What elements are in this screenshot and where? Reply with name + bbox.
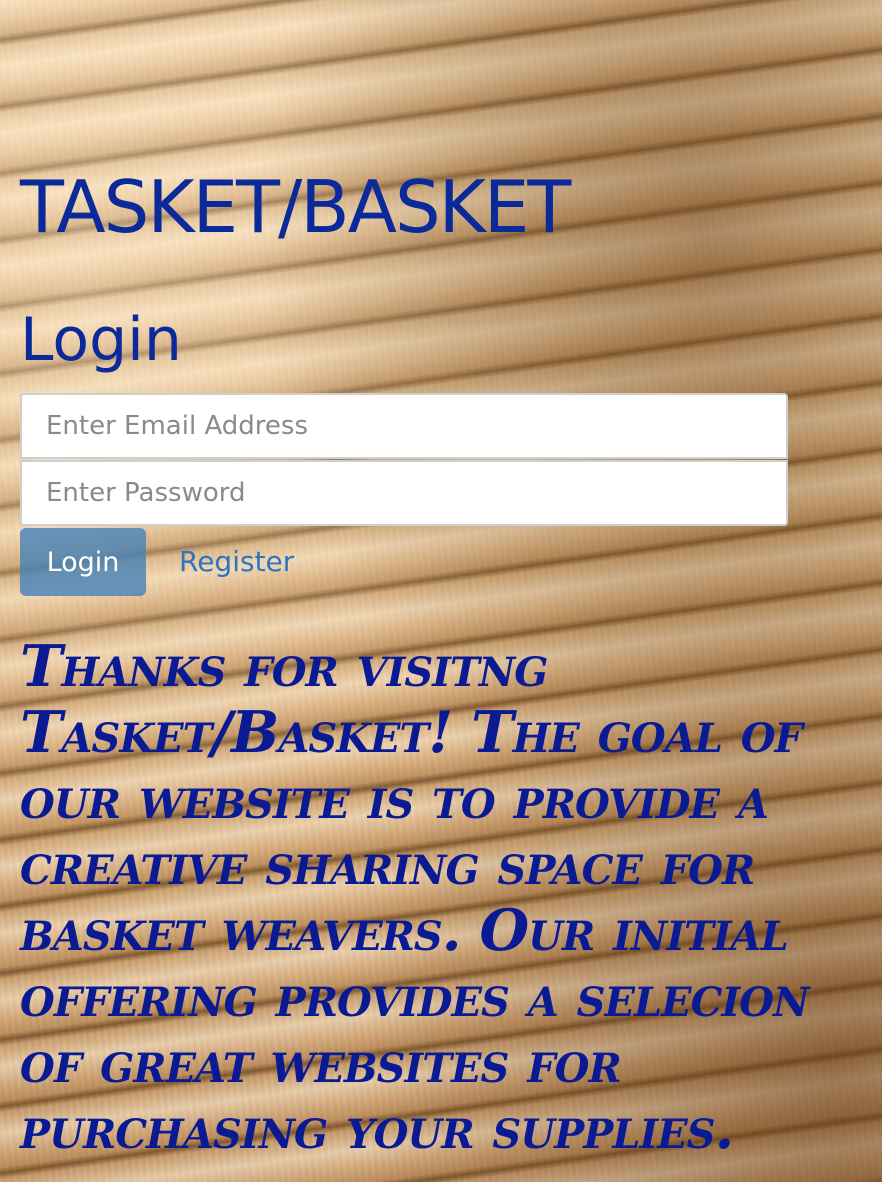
intro-text: Thanks for visitng Tasket/Basket! The go…	[20, 633, 810, 1162]
register-link[interactable]: Register	[179, 540, 294, 584]
login-button[interactable]: Login	[20, 528, 146, 596]
email-field[interactable]	[20, 393, 788, 459]
password-field[interactable]	[20, 460, 788, 526]
site-title: TASKET/BASKET	[20, 165, 571, 249]
login-heading: Login	[20, 305, 182, 375]
